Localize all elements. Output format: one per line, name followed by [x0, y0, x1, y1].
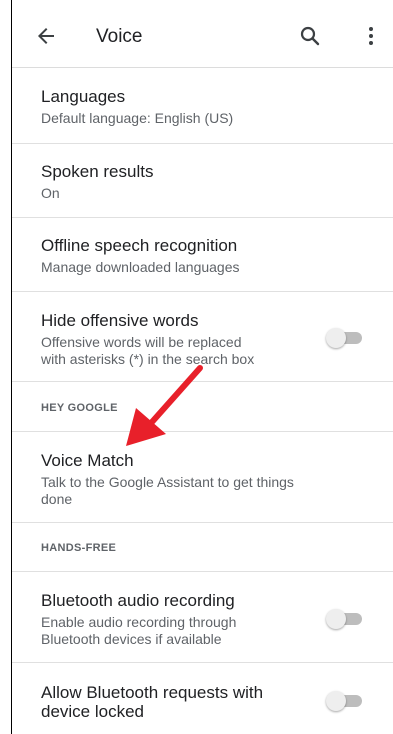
hide-offensive-setting[interactable]: Hide offensive words Offensive words wil…	[12, 292, 393, 381]
bluetooth-requests-setting[interactable]: Allow Bluetooth requests with device loc…	[12, 663, 393, 734]
divider	[12, 522, 393, 523]
voice-match-subtitle-line2: done	[41, 491, 73, 507]
bluetooth-audio-setting[interactable]: Bluetooth audio recording Enable audio r…	[12, 572, 393, 662]
spoken-results-subtitle: On	[41, 185, 60, 201]
hide-offensive-title: Hide offensive words	[41, 311, 199, 330]
spoken-results-setting[interactable]: Spoken results On	[12, 144, 393, 217]
hide-offensive-toggle[interactable]	[326, 328, 364, 348]
section-header-hands-free: HANDS-FREE	[41, 542, 117, 554]
voice-match-subtitle-line1: Talk to the Google Assistant to get thin…	[41, 474, 294, 490]
app-bar: Voice	[12, 0, 393, 68]
divider	[12, 381, 393, 382]
bluetooth-audio-toggle[interactable]	[326, 609, 364, 629]
toggle-knob	[326, 609, 346, 629]
languages-subtitle: Default language: English (US)	[41, 110, 234, 126]
offline-speech-title: Offline speech recognition	[41, 236, 238, 255]
bluetooth-audio-title: Bluetooth audio recording	[41, 591, 235, 610]
bluetooth-requests-toggle[interactable]	[326, 691, 364, 711]
voice-match-title: Voice Match	[41, 451, 134, 470]
languages-setting[interactable]: Languages Default language: English (US)	[12, 68, 393, 143]
arrow-back-icon[interactable]	[34, 24, 58, 48]
spoken-results-title: Spoken results	[41, 162, 154, 181]
toggle-knob	[326, 328, 346, 348]
offline-speech-setting[interactable]: Offline speech recognition Manage downlo…	[12, 218, 393, 291]
toggle-knob	[326, 691, 346, 711]
bluetooth-requests-title-line1: Allow Bluetooth requests with	[41, 683, 264, 702]
bluetooth-requests-title-line2: device locked	[41, 702, 145, 721]
section-header-hey-google: HEY GOOGLE	[41, 402, 118, 414]
search-icon[interactable]	[298, 24, 322, 48]
settings-screen: Voice Languages Default language: Englis…	[11, 0, 393, 734]
hide-offensive-subtitle-line2: with asterisks (*) in the search box	[41, 351, 255, 367]
hide-offensive-subtitle-line1: Offensive words will be replaced	[41, 334, 242, 350]
languages-title: Languages	[41, 87, 126, 106]
offline-speech-subtitle: Manage downloaded languages	[41, 259, 240, 275]
more-vert-icon[interactable]	[359, 24, 383, 48]
bluetooth-audio-subtitle-line2: Bluetooth devices if available	[41, 631, 222, 647]
voice-match-setting[interactable]: Voice Match Talk to the Google Assistant…	[12, 432, 393, 522]
bluetooth-audio-subtitle-line1: Enable audio recording through	[41, 614, 237, 630]
page-title: Voice	[96, 26, 143, 47]
